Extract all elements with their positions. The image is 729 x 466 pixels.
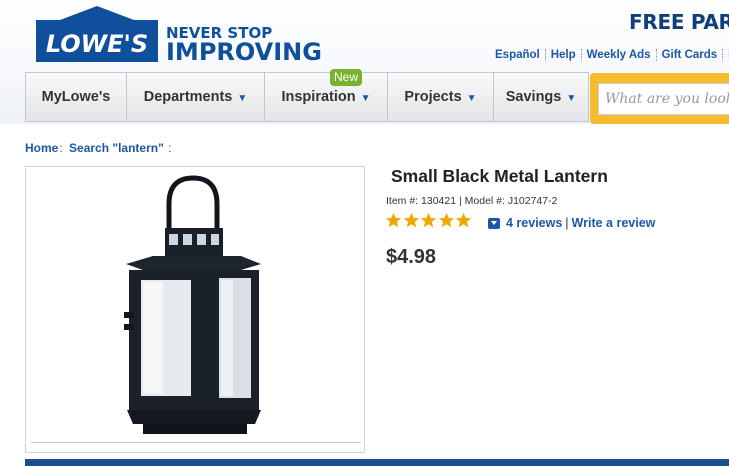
write-review-link[interactable]: Write a review [572, 216, 656, 230]
chevron-down-icon: ▼ [237, 92, 248, 104]
tagline: NEVER STOP IMPROVING [166, 24, 322, 64]
nav-item-label: Savings [505, 89, 562, 105]
promo-banner[interactable]: FREE PARC [629, 10, 729, 34]
search-input[interactable] [598, 83, 729, 115]
star-icon [420, 212, 437, 228]
star-rating[interactable] [385, 212, 473, 229]
item-number: 130421 [421, 195, 457, 207]
model-label: Model #: [464, 195, 505, 207]
nav-item-mylowes[interactable]: MyLowe's [25, 72, 126, 122]
item-model-info: Item #: 130421 | Model #: J102747-2 [386, 195, 558, 207]
product-price: $4.98 [386, 246, 437, 268]
breadcrumb-search[interactable]: Search "lantern" [69, 141, 164, 155]
breadcrumb: Home: Search "lantern" : [25, 141, 172, 155]
tagline-bottom: IMPROVING [166, 38, 322, 64]
util-link-help[interactable]: Help [544, 49, 581, 61]
utility-links: Español Help Weekly Ads Gift Cards F [495, 49, 729, 61]
nav-item-label: Projects [404, 89, 462, 105]
footer-bar [25, 459, 729, 466]
new-badge: New [330, 69, 362, 86]
product-title: Small Black Metal Lantern [391, 166, 608, 186]
star-icon [438, 212, 454, 228]
model-number: J102747-2 [507, 195, 558, 207]
star-icon [385, 212, 402, 228]
product-image-box [25, 166, 365, 453]
expand-box-icon[interactable] [488, 217, 500, 229]
product-image[interactable] [121, 172, 266, 440]
breadcrumb-home[interactable]: Home [25, 141, 58, 155]
nav-item-departments[interactable]: Departments ▼ [126, 72, 264, 122]
reviews-bar: 4 reviews | Write a review [488, 216, 655, 230]
util-link-more[interactable]: F [722, 49, 729, 61]
star-icon [455, 212, 472, 228]
chevron-down-icon: ▼ [360, 92, 371, 104]
nav-item-projects[interactable]: Projects ▼ [387, 72, 493, 122]
nav-item-label: MyLowe's [41, 89, 111, 105]
nav-item-label: Departments [143, 89, 233, 105]
util-link-espanol[interactable]: Español [495, 49, 545, 61]
item-label: Item #: [386, 195, 419, 207]
util-link-gift-cards[interactable]: Gift Cards [655, 49, 723, 61]
chevron-down-icon: ▼ [466, 92, 477, 104]
nav-item-label: Inspiration [281, 89, 356, 105]
divider [31, 442, 361, 443]
lowes-logo[interactable]: LOWE'S [36, 6, 158, 62]
reviews-link[interactable]: 4 reviews [506, 216, 562, 230]
star-icon [403, 212, 419, 228]
nav-item-inspiration[interactable]: Inspiration ▼ [264, 72, 387, 122]
search-bar [590, 73, 729, 124]
nav-item-savings[interactable]: Savings ▼ [493, 72, 589, 122]
logo-text: LOWE'S [46, 30, 148, 58]
chevron-down-icon: ▼ [566, 92, 577, 104]
util-link-weekly-ads[interactable]: Weekly Ads [580, 49, 656, 61]
